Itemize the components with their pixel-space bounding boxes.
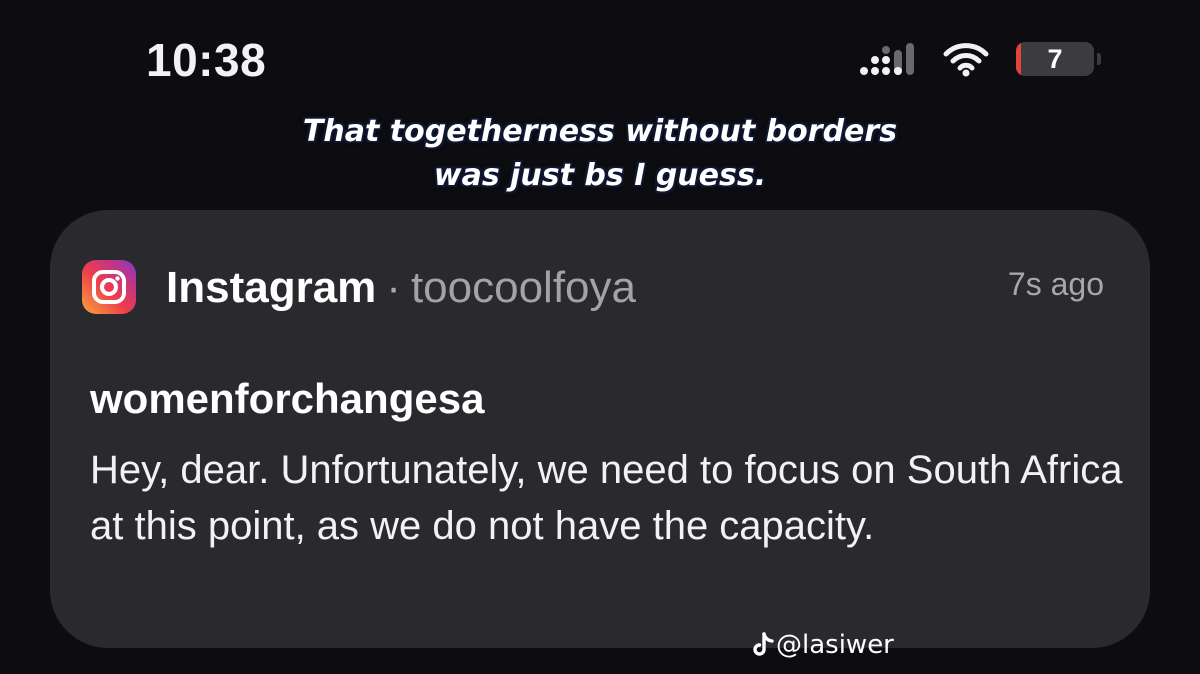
notification-title: womenforchangesa xyxy=(90,375,485,422)
caption-line-1: That togetherness without borders xyxy=(302,114,898,149)
battery-indicator: 7 xyxy=(1016,42,1094,76)
battery-cap xyxy=(1097,53,1101,65)
tiktok-icon xyxy=(753,632,774,656)
tiktok-watermark: @lasiwer xyxy=(752,630,894,666)
lock-screen: 10:38 7 That togetherness without border… xyxy=(0,0,1200,674)
watermark-handle: @lasiwer xyxy=(776,630,894,660)
notification-header: Instagram · toocoolfoya xyxy=(166,260,636,316)
wifi-icon xyxy=(943,43,989,77)
cellular-signal-icon xyxy=(860,43,914,75)
caption-line-2: was just bs I guess. xyxy=(433,158,767,193)
account-name: toocoolfoya xyxy=(410,263,637,312)
instagram-notification[interactable]: Instagram · toocoolfoya 7s ago womenforcha… xyxy=(50,210,1150,648)
app-name: Instagram xyxy=(166,263,377,312)
notification-timestamp: 7s ago xyxy=(1007,266,1104,302)
video-caption: That togetherness without borders was ju… xyxy=(0,110,1200,198)
status-time: 10:38 xyxy=(146,34,267,86)
notification-message: Hey, dear. Unfortunately, we need to foc… xyxy=(90,448,1123,548)
instagram-icon xyxy=(82,260,136,314)
header-separator: · xyxy=(386,263,401,312)
battery-level: 7 xyxy=(1047,44,1063,74)
